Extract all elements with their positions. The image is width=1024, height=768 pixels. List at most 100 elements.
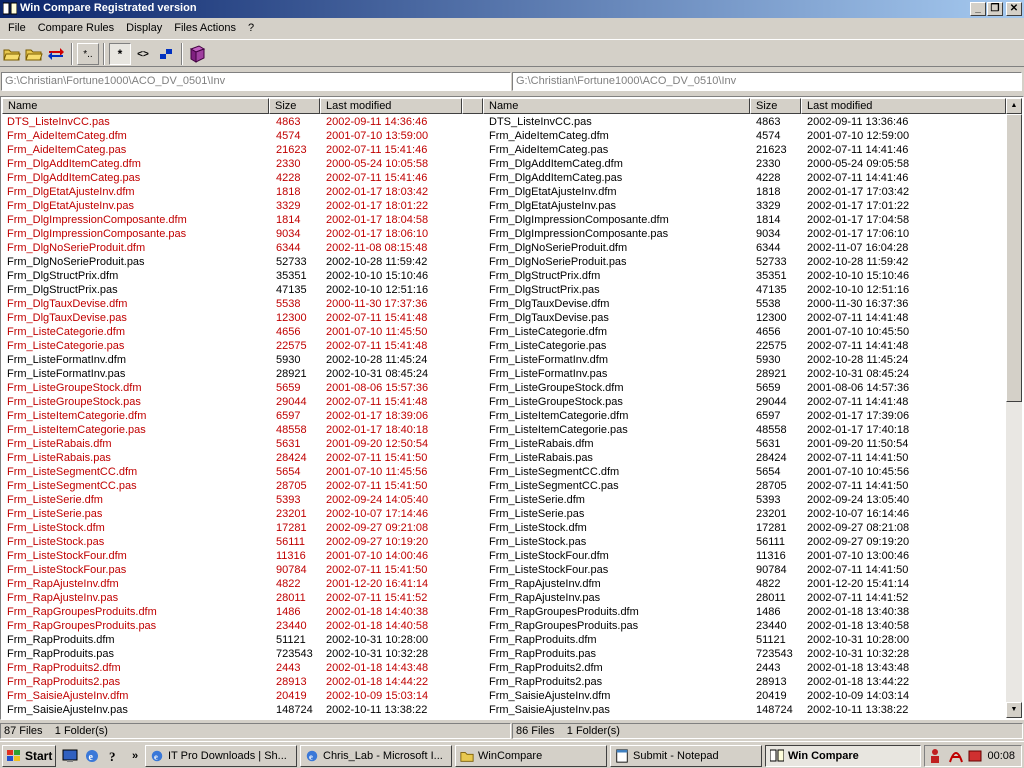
table-row[interactable]: Frm_DlgImpressionComposante.dfm 1814 2002-… [1, 213, 1006, 227]
open-folder-icon [25, 49, 43, 61]
vertical-scrollbar[interactable]: ▲ ▼ [1006, 98, 1022, 718]
task-wincompare-folder[interactable]: WinCompare [455, 745, 607, 767]
menu-compare-rules[interactable]: Compare Rules [32, 22, 120, 34]
menu-display[interactable]: Display [120, 22, 168, 34]
menu-help[interactable]: ? [242, 22, 260, 34]
right-header-modified[interactable]: Last modified [801, 98, 1006, 114]
table-row[interactable]: Frm_ListeRabais.pas 28424 2002-07-11 15:41… [1, 451, 1006, 465]
table-row[interactable]: Frm_RapAjusteInv.dfm 4822 2001-12-20 16:41… [1, 577, 1006, 591]
left-name-cell: Frm_RapProduits.dfm [7, 634, 115, 646]
table-row[interactable]: Frm_ListeSerie.pas 23201 2002-10-07 17:14:… [1, 507, 1006, 521]
table-row[interactable]: Frm_DlgNoSerieProduit.dfm 6344 2002-11-08 … [1, 241, 1006, 255]
table-row[interactable]: Frm_ListeCategorie.pas 22575 2002-07-11 15… [1, 339, 1006, 353]
table-row[interactable]: Frm_ListeGroupeStock.dfm 5659 2001-08-06 1… [1, 381, 1006, 395]
table-row[interactable]: Frm_ListeSegmentCC.dfm 5654 2001-07-10 11:… [1, 465, 1006, 479]
task-chris-lab[interactable]: e Chris_Lab - Microsoft I... [300, 745, 452, 767]
task-notepad[interactable]: Submit - Notepad [610, 745, 762, 767]
left-modified-cell: 2002-07-11 15:41:48 [326, 396, 428, 408]
restore-button[interactable]: ❐ [987, 2, 1003, 16]
left-header-modified[interactable]: Last modified [320, 98, 462, 114]
left-header-size[interactable]: Size [269, 98, 320, 114]
table-row[interactable]: Frm_RapAjusteInv.pas 28011 2002-07-11 15:4… [1, 591, 1006, 605]
left-modified-cell: 2001-12-20 16:41:14 [326, 578, 429, 590]
left-name-cell: Frm_ListeSerie.pas [7, 508, 103, 520]
task-win-compare[interactable]: Win Compare [765, 745, 921, 767]
scroll-up-button[interactable]: ▲ [1006, 98, 1022, 114]
table-row[interactable]: Frm_ListeItemCategorie.dfm 6597 2002-01-17… [1, 409, 1006, 423]
table-row[interactable]: Frm_RapGroupesProduits.pas 23440 2002-01-1… [1, 619, 1006, 633]
table-row[interactable]: Frm_AideItemCateg.pas 21623 2002-07-11 15:… [1, 143, 1006, 157]
tray-app-icon[interactable] [967, 748, 983, 764]
help-book-button[interactable] [186, 43, 208, 65]
table-row[interactable]: Frm_RapGroupesProduits.dfm 1486 2002-01-18… [1, 605, 1006, 619]
table-row[interactable]: Frm_ListeStock.pas 56111 2002-09-27 10:19:… [1, 535, 1006, 549]
toolbar-separator [71, 43, 73, 65]
table-row[interactable]: Frm_DlgAddItemCateg.pas 4228 2002-07-11 15… [1, 171, 1006, 185]
right-size-cell: 21623 [756, 144, 787, 156]
table-row[interactable]: Frm_DlgStructPrix.pas 47135 2002-10-10 12:… [1, 283, 1006, 297]
right-modified-cell: 2002-09-11 13:36:46 [807, 116, 909, 128]
right-header-name[interactable]: Name [483, 98, 750, 114]
table-row[interactable]: Frm_RapProduits.dfm 51121 2002-10-31 10:28… [1, 633, 1006, 647]
file-mask-button[interactable]: *.. [77, 43, 99, 65]
left-size-cell: 90784 [276, 564, 307, 576]
menu-files-actions[interactable]: Files Actions [168, 22, 242, 34]
table-row[interactable]: Frm_ListeStock.dfm 17281 2002-09-27 09:21:… [1, 521, 1006, 535]
table-row[interactable]: Frm_DlgEtatAjusteInv.pas 3329 2002-01-17 1… [1, 199, 1006, 213]
start-button[interactable]: Start [2, 745, 56, 767]
table-row[interactable]: Frm_ListeSegmentCC.pas 28705 2002-07-11 15… [1, 479, 1006, 493]
left-path-field[interactable]: G:\Christian\Fortune1000\ACO_DV_0501\Inv [1, 72, 511, 91]
left-size-cell: 28705 [276, 480, 307, 492]
close-button[interactable]: ✕ [1006, 2, 1022, 16]
table-row[interactable]: Frm_ListeRabais.dfm 5631 2001-09-20 12:50:… [1, 437, 1006, 451]
table-row[interactable]: Frm_DlgStructPrix.dfm 35351 2002-10-10 15:… [1, 269, 1006, 283]
table-row[interactable]: DTS_ListeInvCC.pas 4863 2002-09-11 14:36:4… [1, 115, 1006, 129]
quicklaunch-desktop[interactable] [61, 747, 79, 765]
table-row[interactable]: Frm_DlgTauxDevise.pas 12300 2002-07-11 15:… [1, 311, 1006, 325]
right-header-size[interactable]: Size [750, 98, 801, 114]
table-row[interactable]: Frm_ListeCategorie.dfm 4656 2001-07-10 11:… [1, 325, 1006, 339]
table-row[interactable]: Frm_ListeGroupeStock.pas 29044 2002-07-11 … [1, 395, 1006, 409]
acrobat-icon[interactable] [948, 748, 964, 764]
left-modified-cell: 2002-07-11 15:41:48 [326, 312, 428, 324]
right-path-field[interactable]: G:\Christian\Fortune1000\ACO_DV_0510\Inv [512, 72, 1022, 91]
table-row[interactable]: Frm_ListeItemCategorie.pas 48558 2002-01-1… [1, 423, 1006, 437]
table-row[interactable]: Frm_RapProduits2.pas 28913 2002-01-18 14:4… [1, 675, 1006, 689]
scroll-thumb[interactable] [1006, 114, 1022, 402]
table-row[interactable]: Frm_ListeFormatInv.dfm 5930 2002-10-28 11:… [1, 353, 1006, 367]
table-row[interactable]: Frm_RapProduits2.dfm 2443 2002-01-18 14:43… [1, 661, 1006, 675]
table-row[interactable]: Frm_SaisieAjusteInv.pas 148724 2002-10-11 … [1, 703, 1006, 717]
table-row[interactable]: Frm_SaisieAjusteInv.dfm 20419 2002-10-09 1… [1, 689, 1006, 703]
table-row[interactable]: Frm_DlgAddItemCateg.dfm 2330 2000-05-24 10… [1, 157, 1006, 171]
left-size-cell: 28921 [276, 368, 307, 380]
menu-file[interactable]: File [2, 22, 32, 34]
swap-arrows-icon [48, 48, 64, 60]
scroll-down-button[interactable]: ▼ [1006, 702, 1022, 718]
table-row[interactable]: Frm_AideItemCateg.dfm 4574 2001-07-10 13:5… [1, 129, 1006, 143]
table-row[interactable]: Frm_ListeSerie.dfm 5393 2002-09-24 14:05:4… [1, 493, 1006, 507]
show-all-button[interactable]: * [109, 43, 131, 65]
table-row[interactable]: Frm_ListeStockFour.dfm 11316 2001-07-10 14… [1, 549, 1006, 563]
right-size-cell: 6344 [756, 242, 781, 254]
quicklaunch-help[interactable]: ? [105, 747, 123, 765]
swap-folders-button[interactable] [45, 43, 67, 65]
left-header-name[interactable]: Name [2, 98, 269, 114]
show-differences-button[interactable]: <> [132, 43, 154, 65]
table-row[interactable]: Frm_DlgNoSerieProduit.pas 52733 2002-10-28… [1, 255, 1006, 269]
table-row[interactable]: Frm_DlgEtatAjusteInv.dfm 1818 2002-01-17 1… [1, 185, 1006, 199]
network-users-icon[interactable] [929, 748, 945, 764]
quicklaunch-more[interactable]: » [128, 747, 142, 765]
title-bar[interactable]: Win Compare Registrated version _ ❐ ✕ [0, 0, 1024, 18]
table-row[interactable]: Frm_RapProduits.pas 723543 2002-10-31 10:3… [1, 647, 1006, 661]
table-row[interactable]: Frm_ListeStockFour.pas 90784 2002-07-11 15… [1, 563, 1006, 577]
task-it-pro-downloads[interactable]: e IT Pro Downloads | Sh... [145, 745, 297, 767]
table-row[interactable]: Frm_ListeFormatInv.pas 28921 2002-10-31 08… [1, 367, 1006, 381]
open-right-folder-button[interactable] [23, 43, 45, 65]
table-row[interactable]: Frm_DlgImpressionComposante.pas 9034 2002-… [1, 227, 1006, 241]
compare-mode-button[interactable] [155, 43, 177, 65]
minimize-button[interactable]: _ [970, 2, 986, 16]
open-left-folder-button[interactable] [1, 43, 23, 65]
table-row[interactable]: Frm_DlgTauxDevise.dfm 5538 2000-11-30 17:3… [1, 297, 1006, 311]
quicklaunch-ie[interactable]: e [83, 747, 101, 765]
window-title: Win Compare Registrated version [20, 2, 197, 14]
